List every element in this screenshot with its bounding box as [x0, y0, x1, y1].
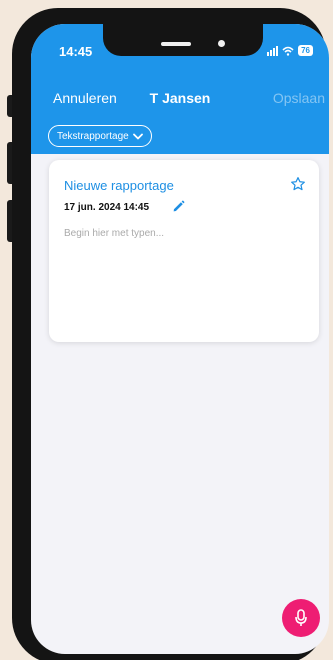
voice-input-button[interactable]	[282, 599, 320, 637]
save-button[interactable]: Opslaan	[273, 90, 325, 106]
report-card: Nieuwe rapportage 17 jun. 2024 14:45 Beg…	[49, 160, 319, 342]
microphone-icon	[295, 609, 307, 626]
report-type-label: Tekstrapportage	[57, 130, 129, 142]
screen: 14:45 76 Annuleren T Jansen Opslaan Teks…	[31, 24, 329, 654]
camera	[218, 40, 225, 47]
star-icon[interactable]	[290, 176, 306, 192]
report-title: Nieuwe rapportage	[64, 178, 174, 193]
phone-frame: 14:45 76 Annuleren T Jansen Opslaan Teks…	[12, 8, 329, 660]
battery-icon: 76	[298, 45, 313, 56]
chevron-down-icon	[132, 133, 143, 139]
notch	[103, 24, 263, 56]
navigation-bar: Annuleren T Jansen Opslaan	[31, 88, 329, 110]
status-time: 14:45	[59, 44, 93, 59]
report-type-dropdown[interactable]: Tekstrapportage	[48, 125, 152, 147]
signal-icon	[267, 45, 279, 56]
status-icons: 76	[267, 45, 313, 56]
wifi-icon	[282, 46, 294, 56]
report-text-input[interactable]: Begin hier met typen...	[64, 228, 164, 239]
speaker-grille	[161, 42, 191, 46]
report-datetime: 17 jun. 2024 14:45	[64, 202, 150, 213]
pencil-icon[interactable]	[172, 200, 185, 213]
